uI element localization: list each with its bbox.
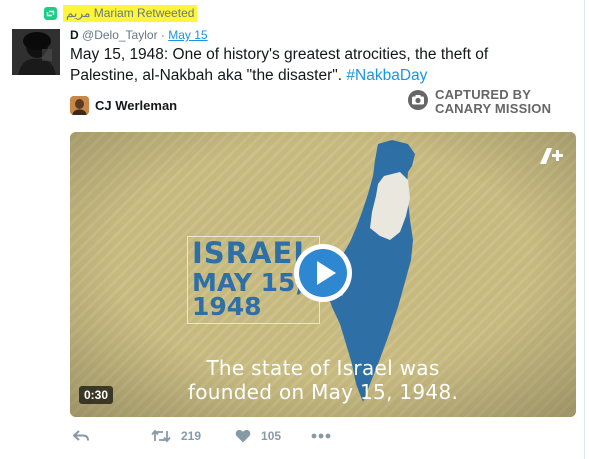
captured-watermark: CAPTURED BY CANARY MISSION bbox=[407, 88, 551, 116]
retweet-count: 219 bbox=[181, 429, 202, 443]
avatar[interactable] bbox=[12, 29, 60, 75]
frame-border bbox=[584, 0, 585, 459]
tweet-text-line1: May 15, 1948: One of history's greatest … bbox=[70, 46, 489, 63]
like-button[interactable]: 105 bbox=[235, 429, 281, 443]
israel-title-line3: 1948 bbox=[192, 292, 262, 321]
tweet-header: D @Delo_Taylor · May 15 bbox=[70, 27, 208, 43]
hashtag-link[interactable]: #NakbaDay bbox=[346, 67, 427, 84]
author-name[interactable]: D bbox=[70, 28, 79, 42]
retweet-label[interactable]: مريم Mariam Retweeted bbox=[63, 5, 198, 22]
play-button[interactable] bbox=[292, 242, 354, 304]
quoted-author-name[interactable]: CJ Werleman bbox=[95, 98, 177, 113]
retweet-icon bbox=[44, 7, 57, 20]
retweet-action-icon bbox=[151, 429, 171, 443]
heart-icon bbox=[235, 429, 251, 443]
camera-icon bbox=[407, 89, 429, 116]
header-separator: · bbox=[160, 28, 165, 42]
retweet-button[interactable]: 219 bbox=[151, 429, 201, 443]
like-count: 105 bbox=[261, 429, 282, 443]
video-caption-line1: The state of Israel was bbox=[206, 356, 440, 380]
watermark-line1: CAPTURED BY bbox=[435, 87, 532, 102]
tweet-text-line2: Palestine, al-Nakbah aka "the disaster". bbox=[70, 67, 343, 84]
video-caption-line2: founded on May 15, 1948. bbox=[187, 380, 459, 404]
tweet-actions: 219 105 bbox=[73, 428, 331, 444]
author-handle[interactable]: @Delo_Taylor bbox=[82, 28, 158, 42]
more-button[interactable] bbox=[311, 433, 331, 439]
retweet-context[interactable]: مريم Mariam Retweeted bbox=[44, 5, 198, 22]
quoted-author-avatar[interactable] bbox=[70, 96, 89, 115]
tweet-text: May 15, 1948: One of history's greatest … bbox=[70, 44, 570, 86]
reply-button[interactable] bbox=[73, 429, 89, 443]
video-player[interactable]: ISRAEL MAY 15, 1948 The state of Israel … bbox=[70, 132, 576, 417]
quoted-author[interactable]: CJ Werleman bbox=[70, 96, 177, 115]
video-duration: 0:30 bbox=[79, 386, 114, 404]
watermark-line2: CANARY MISSION bbox=[435, 101, 552, 116]
tweet-date-link[interactable]: May 15 bbox=[168, 28, 207, 42]
more-icon bbox=[311, 433, 331, 439]
reply-icon bbox=[73, 430, 89, 441]
